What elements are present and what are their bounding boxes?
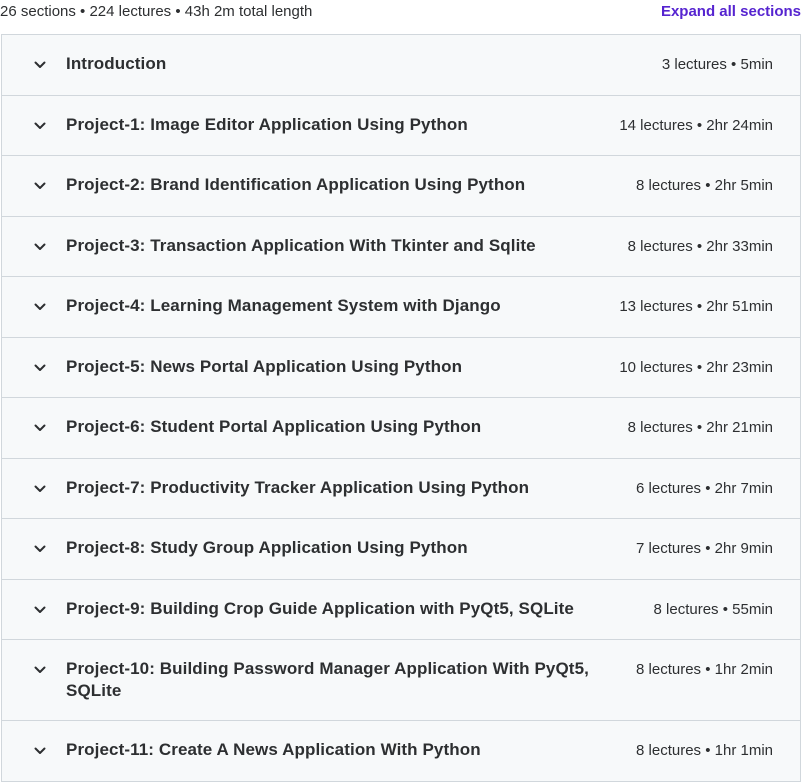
section-meta: 8 lectures • 2hr 33min — [627, 237, 773, 255]
section-title: Project-3: Transaction Application With … — [66, 235, 536, 255]
chevron-down-icon — [32, 118, 48, 134]
section-title: Project-5: News Portal Application Using… — [66, 356, 463, 376]
chevron-down-icon — [32, 178, 48, 194]
chevron-down-icon — [32, 57, 48, 73]
chevron-down-icon — [32, 299, 48, 315]
section-row[interactable]: Project-3: Transaction Application With … — [2, 216, 800, 277]
section-title: Project-7: Productivity Tracker Applicat… — [66, 477, 530, 497]
section-title: Project-11: Create A News Application Wi… — [66, 740, 481, 759]
section-meta: 8 lectures • 1hr 2min — [636, 661, 773, 678]
curriculum-sections-list: Introduction 3 lectures • 5min Project-1… — [1, 34, 801, 782]
section-row[interactable]: Project-8: Study Group Application Using… — [2, 519, 800, 580]
section-meta: 13 lectures • 2hr 51min — [619, 298, 773, 315]
section-title: Project-10: Building Password Manager Ap… — [66, 659, 589, 700]
section-meta: 7 lectures • 2hr 9min — [636, 540, 773, 557]
section-meta: 8 lectures • 2hr 5min — [636, 177, 773, 194]
expand-all-sections-button[interactable]: Expand all sections — [661, 3, 801, 20]
section-row[interactable]: Project-1: Image Editor Application Usin… — [2, 95, 800, 156]
section-meta: 14 lectures • 2hr 24min — [619, 116, 773, 134]
chevron-down-icon — [32, 360, 48, 376]
chevron-down-icon — [32, 481, 48, 497]
section-meta: 6 lectures • 2hr 7min — [636, 479, 773, 497]
section-meta: 10 lectures • 2hr 23min — [619, 358, 773, 376]
chevron-down-icon — [32, 420, 48, 436]
chevron-down-icon — [32, 239, 48, 255]
curriculum-summary: 26 sections • 224 lectures • 43h 2m tota… — [0, 3, 313, 20]
section-row[interactable]: Project-4: Learning Management System wi… — [2, 277, 800, 338]
curriculum-header: 26 sections • 224 lectures • 43h 2m tota… — [0, 0, 804, 34]
section-title: Project-1: Image Editor Application Usin… — [66, 114, 468, 134]
section-title: Project-8: Study Group Application Using… — [66, 538, 468, 557]
chevron-down-icon — [32, 602, 48, 618]
section-row[interactable]: Project-7: Productivity Tracker Applicat… — [2, 458, 800, 519]
section-title: Project-4: Learning Management System wi… — [66, 296, 501, 315]
section-meta: 3 lectures • 5min — [661, 56, 773, 73]
section-meta: 8 lectures • 1hr 1min — [636, 742, 773, 759]
section-title: Project-6: Student Portal Application Us… — [66, 417, 482, 436]
section-row[interactable]: Project-2: Brand Identification Applicat… — [2, 156, 800, 217]
chevron-down-icon — [32, 743, 48, 759]
section-title: Introduction — [66, 54, 167, 73]
section-title: Project-2: Brand Identification Applicat… — [66, 175, 526, 194]
chevron-down-icon — [32, 662, 48, 678]
chevron-down-icon — [32, 541, 48, 557]
section-meta: 8 lectures • 55min — [653, 600, 773, 618]
section-row[interactable]: Project-6: Student Portal Application Us… — [2, 398, 800, 459]
section-row[interactable]: Introduction 3 lectures • 5min — [2, 35, 800, 96]
section-row[interactable]: Project-10: Building Password Manager Ap… — [2, 640, 800, 721]
section-meta: 8 lectures • 2hr 21min — [627, 419, 773, 436]
section-row[interactable]: Project-5: News Portal Application Using… — [2, 337, 800, 398]
section-title: Project-9: Building Crop Guide Applicati… — [66, 598, 574, 618]
section-row[interactable]: Project-9: Building Crop Guide Applicati… — [2, 579, 800, 640]
section-row[interactable]: Project-11: Create A News Application Wi… — [2, 721, 800, 782]
